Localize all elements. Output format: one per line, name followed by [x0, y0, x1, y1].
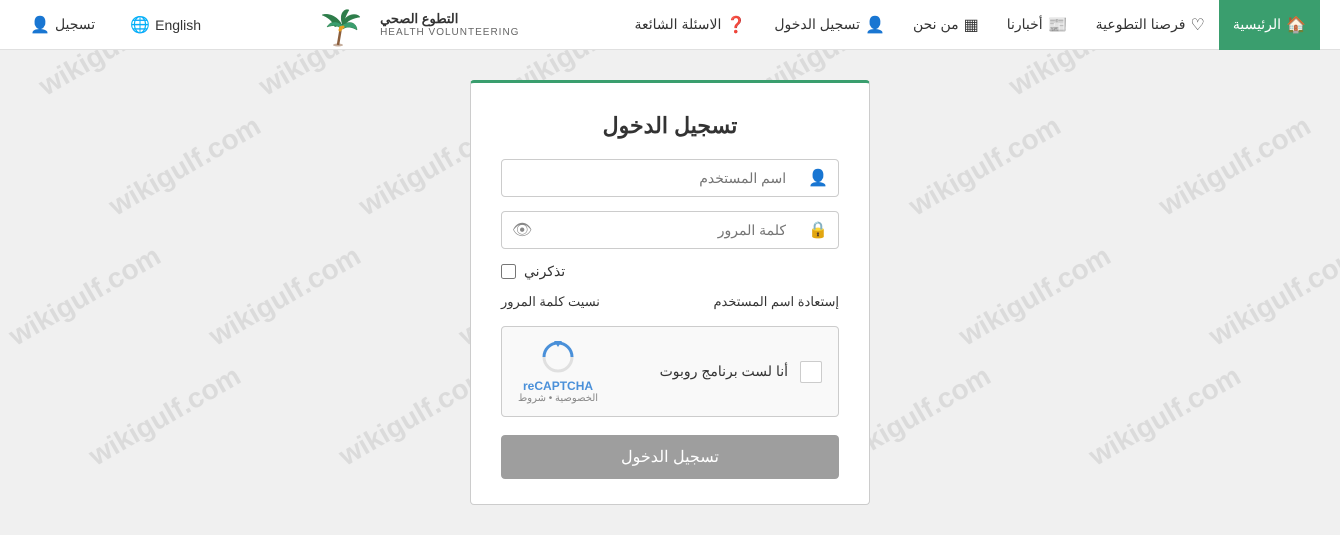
nav-home[interactable]: 🏠 الرئيسية [1219, 0, 1320, 50]
forgot-username-link[interactable]: إستعادة اسم المستخدم [713, 294, 839, 310]
nav-home-label: الرئيسية [1233, 16, 1281, 33]
nav-faq-label: الاسئلة الشائعة [634, 16, 721, 33]
recaptcha-logo-area: reCAPTCHA الخصوصية • شروط [518, 339, 598, 404]
logo-area: التطوع الصحي HEALTH VOLUNTEERING [312, 3, 519, 47]
login-submit-button[interactable]: تسجيل الدخول [501, 435, 839, 479]
logo-text-area: التطوع الصحي HEALTH VOLUNTEERING [380, 11, 519, 38]
news-icon: 📰 [1048, 15, 1068, 35]
user-field-icon: 👤 [798, 168, 838, 188]
remember-label: تذكرني [524, 263, 565, 280]
nav-news[interactable]: 📰 أخبارنا [993, 0, 1082, 50]
username-input[interactable] [502, 160, 798, 196]
home-icon: 🏠 [1286, 15, 1306, 35]
login-title: تسجيل الدخول [501, 113, 839, 139]
nav-opportunities[interactable]: ♡ فرصنا التطوعية [1082, 0, 1219, 50]
nav-about-label: من نحن [913, 16, 959, 33]
about-icon: ▦ [964, 15, 979, 35]
forgot-password-link[interactable]: نسيت كلمة المرور [501, 294, 600, 310]
logo-arabic-text: التطوع الصحي [380, 11, 519, 27]
nav-user[interactable]: تسجيل 👤 [20, 0, 105, 50]
nav-lang-label: English [155, 17, 201, 33]
logo-svg [312, 3, 372, 47]
nav-left-items: English 🌐 تسجيل 👤 [20, 0, 211, 50]
nav-about[interactable]: ▦ من نحن [899, 0, 993, 50]
recaptcha-spinner-svg [540, 339, 576, 375]
eye-toggle-icon[interactable]: 👁 [502, 220, 542, 240]
user-icon: 👤 [30, 15, 50, 35]
nav-faq[interactable]: ❓ الاسئلة الشائعة [620, 0, 760, 50]
main-content: تسجيل الدخول 👤 🔒 👁 تذكرني إستعادة اسم ال… [0, 50, 1340, 535]
recaptcha-checkbox[interactable] [800, 361, 822, 383]
nav-user-label: تسجيل [55, 16, 95, 33]
logo-english-text: HEALTH VOLUNTEERING [380, 27, 519, 38]
nav-opportunities-label: فرصنا التطوعية [1096, 16, 1186, 33]
remember-checkbox[interactable] [501, 264, 516, 279]
lock-icon: 🔒 [798, 220, 838, 240]
nav-lang[interactable]: English 🌐 [120, 0, 211, 50]
faq-icon: ❓ [726, 15, 746, 35]
nav-register-label: تسجيل الدخول [774, 16, 860, 33]
nav-items: 🏠 الرئيسية ♡ فرصنا التطوعية 📰 أخبارنا ▦ … [620, 0, 1320, 50]
nav-news-label: أخبارنا [1007, 16, 1043, 33]
recaptcha-privacy-label: الخصوصية • شروط [518, 393, 598, 404]
globe-icon: 🌐 [130, 15, 150, 35]
links-row: إستعادة اسم المستخدم نسيت كلمة المرور [501, 294, 839, 310]
navbar: 🏠 الرئيسية ♡ فرصنا التطوعية 📰 أخبارنا ▦ … [0, 0, 1340, 50]
remember-me-row: تذكرني [501, 263, 839, 280]
recaptcha-brand-label: reCAPTCHA [523, 379, 593, 393]
recaptcha-left: أنا لست برنامج روبوت [660, 361, 822, 383]
recaptcha-box: أنا لست برنامج روبوت reCAPTCHA الخصوصية … [501, 326, 839, 417]
password-input[interactable] [542, 212, 798, 248]
recaptcha-label: أنا لست برنامج روبوت [660, 363, 788, 380]
nav-register-login[interactable]: 👤 تسجيل الدخول [760, 0, 899, 50]
login-icon: 👤 [865, 15, 885, 35]
username-input-group: 👤 [501, 159, 839, 197]
heart-icon: ♡ [1191, 15, 1205, 35]
login-card: تسجيل الدخول 👤 🔒 👁 تذكرني إستعادة اسم ال… [470, 80, 870, 505]
password-input-group: 🔒 👁 [501, 211, 839, 249]
recaptcha-spinner [540, 339, 576, 375]
